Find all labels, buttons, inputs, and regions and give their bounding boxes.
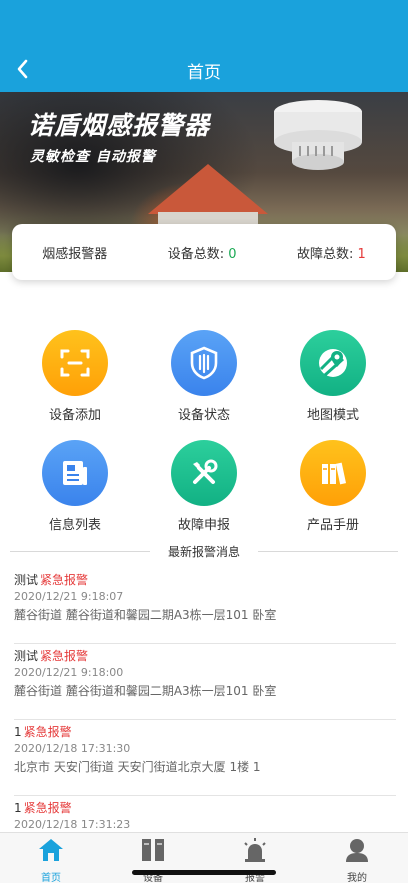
- alert-address: 北京市 天安门街道 天安门街道北京大厦 1楼 1: [14, 760, 261, 774]
- fault-total-label: 故障总数:: [296, 246, 354, 262]
- profile-icon: [346, 839, 368, 862]
- alert-item[interactable]: 测试 紧急报警 2020/12/21 9:18:00 麓谷街道 麓谷街道和馨园二期…: [14, 644, 396, 720]
- books-icon: [322, 462, 347, 485]
- alert-device-name: 1: [14, 801, 22, 815]
- menu-item-label: 故障申报: [177, 518, 230, 533]
- alert-device-name: 测试: [14, 573, 39, 587]
- menu-item-label: 信息列表: [48, 518, 101, 533]
- banner-subtitle: 灵敏检查 自动报警: [30, 149, 156, 165]
- menu-item-info-list[interactable]: 信息列表: [10, 440, 140, 533]
- home-indicator: [132, 870, 276, 875]
- fault-total: 故障总数: 1: [297, 243, 366, 262]
- menu-item-map-mode[interactable]: 地图模式: [268, 330, 398, 423]
- tab-alarms[interactable]: 报警: [225, 837, 285, 883]
- menu-item-label: 设备状态: [177, 408, 230, 423]
- menu-item-label: 设备添加: [48, 408, 101, 423]
- alert-kind: 紧急报警: [23, 801, 72, 815]
- menu-item-label: 地图模式: [306, 408, 359, 423]
- alert-time: 2020/12/21 9:18:07: [14, 590, 124, 603]
- section-title: 最新报警消息: [167, 545, 240, 559]
- smoke-detector-icon: [274, 100, 362, 170]
- menu-item-add-device[interactable]: 设备添加: [10, 330, 140, 423]
- alert-list: 测试 紧急报警 2020/12/21 9:18:07 麓谷街道 麓谷街道和馨园二期…: [14, 568, 396, 872]
- tab-label: 首页: [41, 873, 61, 883]
- menu-item-fault-report[interactable]: 故障申报: [139, 440, 269, 533]
- alert-device-name: 测试: [14, 649, 39, 663]
- device-total-label: 设备总数:: [167, 246, 225, 262]
- tab-label: 我的: [347, 873, 367, 883]
- device-total: 设备总数: 0: [168, 243, 237, 262]
- alert-device-name: 1: [14, 725, 22, 739]
- device-type-label: 烟感报警器: [42, 246, 108, 262]
- menu-item-device-status[interactable]: 设备状态: [139, 330, 269, 423]
- alert-item[interactable]: 1 紧急报警 2020/12/18 17:31:30 北京市 天安门街道 天安门街…: [14, 720, 396, 796]
- stats-card: 烟感报警器 设备总数: 0 故障总数: 1: [12, 224, 396, 280]
- banner-title: 诺盾烟感报警器: [28, 111, 211, 140]
- alert-time: 2020/12/18 17:31:23: [14, 818, 131, 831]
- shield-icon: [190, 346, 218, 380]
- device-total-value: 0: [228, 246, 237, 262]
- alert-kind: 紧急报警: [40, 573, 89, 587]
- alerts-section-header: 最新报警消息: [10, 543, 398, 559]
- alarm-icon: [244, 838, 266, 862]
- alert-kind: 紧急报警: [40, 649, 89, 663]
- fault-total-value: 1: [357, 246, 366, 262]
- tab-home[interactable]: 首页: [21, 837, 81, 883]
- tab-devices[interactable]: 设备: [123, 837, 183, 883]
- home-icon: [39, 839, 63, 861]
- alert-time: 2020/12/21 9:18:00: [14, 666, 124, 679]
- tab-profile[interactable]: 我的: [327, 837, 387, 883]
- device-icon: [142, 839, 164, 861]
- page-title: 首页: [187, 63, 221, 83]
- scan-icon: [60, 349, 90, 377]
- document-list-icon: [63, 461, 87, 485]
- alert-time: 2020/12/18 17:31:30: [14, 742, 131, 755]
- menu-item-product-manual[interactable]: 产品手册: [268, 440, 398, 533]
- menu-item-label: 产品手册: [306, 518, 359, 533]
- alert-address: 麓谷街道 麓谷街道和馨园二期A3栋一层101 卧室: [14, 684, 277, 698]
- tools-icon: [193, 459, 218, 484]
- alert-item[interactable]: 测试 紧急报警 2020/12/21 9:18:07 麓谷街道 麓谷街道和馨园二期…: [14, 568, 396, 644]
- alert-kind: 紧急报警: [23, 725, 72, 739]
- bottom-tab-bar: 首页 设备 报警 我的: [0, 832, 408, 883]
- alert-address: 麓谷街道 麓谷街道和馨园二期A3栋一层101 卧室: [14, 608, 277, 622]
- map-icon: [319, 349, 347, 377]
- top-bar: 首页: [0, 0, 408, 92]
